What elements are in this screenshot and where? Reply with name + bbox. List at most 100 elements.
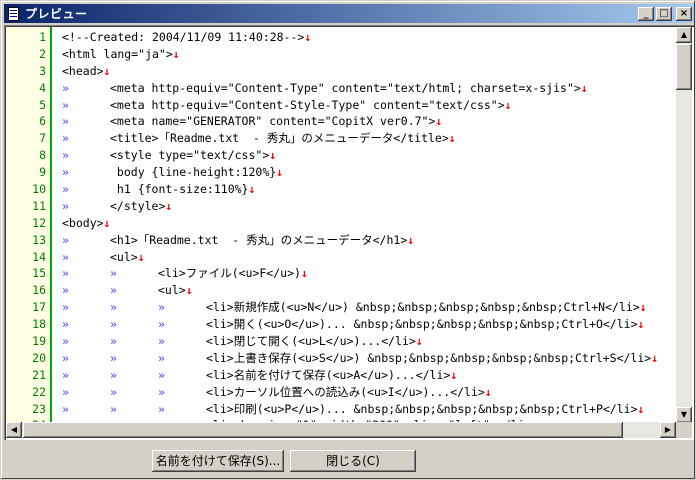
line-end-marker-icon: ↓ <box>276 165 284 180</box>
code-line: 11 » </style>↓ <box>6 198 676 215</box>
code-text: <title>「Readme.txt - 秀丸」のメニューデータ</title> <box>110 131 449 146</box>
code-line-content: » » <li>ファイル(<u>F</u>)↓ <box>62 265 308 282</box>
scroll-up-button[interactable]: ▲ <box>676 27 692 43</box>
line-end-marker-icon: ↓ <box>269 148 277 163</box>
minimize-button[interactable]: _ <box>638 6 654 21</box>
tab-marker-icon: » <box>158 367 165 382</box>
code-line: 5 » <meta http-equiv="Content-Style-Type" … <box>6 97 676 114</box>
tab-marker-icon: » <box>62 148 69 163</box>
code-text: body {line-height:120%} <box>110 165 277 180</box>
maximize-button[interactable]: □ <box>656 6 672 21</box>
tab-marker-icon: » <box>110 317 117 332</box>
tab-marker-icon: » <box>62 131 69 146</box>
code-text: <li>上書き保存(<u>S</u>) &nbsp;&nbsp;&nbsp;&n… <box>206 350 652 365</box>
code-line-content: <head>↓ <box>62 63 110 80</box>
code-line-content: » <title>「Readme.txt - 秀丸」のメニューデータ</title… <box>62 130 456 147</box>
code-line-content: » <h1>「Readme.txt - 秀丸」のメニューデータ</h1>↓ <box>62 232 414 249</box>
tab-marker-icon: » <box>62 97 69 112</box>
line-end-marker-icon: ↓ <box>450 367 458 382</box>
code-line: 23 » » » <li>印刷(<u>P</u>)... &nbsp;&nbsp;&nb… <box>6 401 676 418</box>
horizontal-scroll-thumb[interactable] <box>23 422 623 438</box>
line-end-marker-icon: ↓ <box>304 30 312 44</box>
code-text: <li>閉じて開く(<u>L</u>)...</li> <box>206 334 416 349</box>
line-number: 8 <box>39 148 46 163</box>
tab-marker-icon: » <box>158 300 165 315</box>
document-icon[interactable] <box>6 6 22 22</box>
code-text: <head> <box>62 63 104 78</box>
code-line: 7 » <title>「Readme.txt - 秀丸」のメニューデータ</titl… <box>6 130 676 147</box>
scroll-down-button[interactable]: ▼ <box>676 407 692 423</box>
code-line: 2 <html lang="ja">↓ <box>6 46 676 63</box>
scroll-left-button[interactable]: ◀ <box>6 422 22 438</box>
line-end-marker-icon: ↓ <box>103 63 111 78</box>
line-number: 18 <box>32 317 46 332</box>
code-text: <h1>「Readme.txt - 秀丸」のメニューデータ</h1> <box>110 232 408 247</box>
line-end-marker-icon: ↓ <box>300 266 308 281</box>
line-number: 17 <box>32 300 46 315</box>
tab-marker-icon: » <box>62 350 69 365</box>
code-text: <li>新規作成(<u>N</u>) &nbsp;&nbsp;&nbsp;&nb… <box>206 300 640 315</box>
line-number: 13 <box>32 232 46 247</box>
arrow-left-icon: ◀ <box>10 425 18 434</box>
line-end-marker-icon: ↓ <box>172 46 180 61</box>
line-end-marker-icon: ↓ <box>484 384 492 399</box>
code-line-content: » » » <li>開く(<u>O</u>)... &nbsp;&nbsp;&nbsp… <box>62 316 644 333</box>
tab-marker-icon: » <box>62 266 69 281</box>
code-line-content: » » » <li>カーソル位置への読込み(<u>I</u>)...</li>↓ <box>62 384 492 401</box>
line-end-marker-icon: ↓ <box>637 317 645 332</box>
tab-marker-icon: » <box>62 367 69 382</box>
line-number: 15 <box>32 266 46 281</box>
tab-marker-icon: » <box>158 317 165 332</box>
code-line-content: » » » <li>新規作成(<u>N</u>) &nbsp;&nbsp;&nbsp;… <box>62 299 647 316</box>
code-line: 1 <!--Created: 2004/11/09 11:40:28-->↓ <box>6 29 676 46</box>
tab-marker-icon: » <box>110 384 117 399</box>
horizontal-scrollbar[interactable]: ◀ ▶ <box>6 422 676 438</box>
code-line: 6 » <meta name="GENERATOR" content="CopitX… <box>6 113 676 130</box>
code-line-content: » » » <li>閉じて開く(<u>L</u>)...</li>↓ <box>62 333 423 350</box>
title-bar[interactable]: プレビュー _ □ × <box>4 4 694 23</box>
tab-marker-icon: » <box>62 114 69 129</box>
vertical-scrollbar[interactable]: ▲ ▼ <box>676 27 692 423</box>
code-line-content: » » » <li>名前を付けて保存(<u>A</u>)...</li>↓ <box>62 367 457 384</box>
arrow-right-icon: ▶ <box>664 425 672 434</box>
line-end-marker-icon: ↓ <box>165 198 173 213</box>
scroll-right-button[interactable]: ▶ <box>660 422 676 438</box>
code-line-content: » <meta http-equiv="Content-Type" content… <box>62 80 588 97</box>
code-line-content: » <meta name="GENERATOR" content="CopitX … <box>62 113 442 130</box>
save-as-button[interactable]: 名前を付けて保存(S)... <box>152 450 284 472</box>
code-text: <li>名前を付けて保存(<u>A</u>)...</li> <box>206 367 451 382</box>
tab-marker-icon: » <box>62 198 69 213</box>
code-line: 15 » » <li>ファイル(<u>F</u>)↓ <box>6 265 676 282</box>
code-text: <ul> <box>158 283 186 298</box>
minimize-icon: _ <box>643 7 649 19</box>
line-end-marker-icon: ↓ <box>504 97 512 112</box>
line-number: 3 <box>39 63 46 78</box>
code-text: <meta http-equiv="Content-Style-Type" co… <box>110 97 505 112</box>
code-line-content: » <style type="text/css">↓ <box>62 147 276 164</box>
code-line-content: <!--Created: 2004/11/09 11:40:28-->↓ <box>62 29 311 46</box>
code-line: 18 » » » <li>開く(<u>O</u>)... &nbsp;&nbsp;&nb… <box>6 316 676 333</box>
tab-marker-icon: » <box>62 232 69 247</box>
line-number: 4 <box>39 80 46 95</box>
tab-marker-icon: » <box>62 165 69 180</box>
tab-marker-icon: » <box>110 367 117 382</box>
code-line-content: » h1 {font-size:110%}↓ <box>62 181 255 198</box>
close-button[interactable]: 閉じる(C) <box>290 450 416 472</box>
close-window-button[interactable]: × <box>676 6 692 21</box>
tab-marker-icon: » <box>158 401 165 416</box>
code-line: 20 » » » <li>上書き保存(<u>S</u>) &nbsp;&nbsp;&nb… <box>6 350 676 367</box>
line-number: 6 <box>39 114 46 129</box>
code-preview-area[interactable]: 1 <!--Created: 2004/11/09 11:40:28-->↓ 2 <h… <box>4 25 694 440</box>
tab-marker-icon: » <box>110 334 117 349</box>
code-line: 16 » » <ul>↓ <box>6 282 676 299</box>
code-text: <meta name="GENERATOR" content="CopitX v… <box>110 114 436 129</box>
tab-marker-icon: » <box>110 350 117 365</box>
code-lines: 1 <!--Created: 2004/11/09 11:40:28-->↓ 2 <h… <box>6 29 676 423</box>
line-end-marker-icon: ↓ <box>637 401 645 416</box>
code-text: <li>開く(<u>O</u>)... &nbsp;&nbsp;&nbsp;&n… <box>206 317 638 332</box>
tab-marker-icon: » <box>110 266 117 281</box>
scrollbar-corner <box>676 422 692 438</box>
code-line: 17 » » » <li>新規作成(<u>N</u>) &nbsp;&nbsp;&nbs… <box>6 299 676 316</box>
vertical-scroll-thumb[interactable] <box>676 44 692 90</box>
code-line: 8 » <style type="text/css">↓ <box>6 147 676 164</box>
